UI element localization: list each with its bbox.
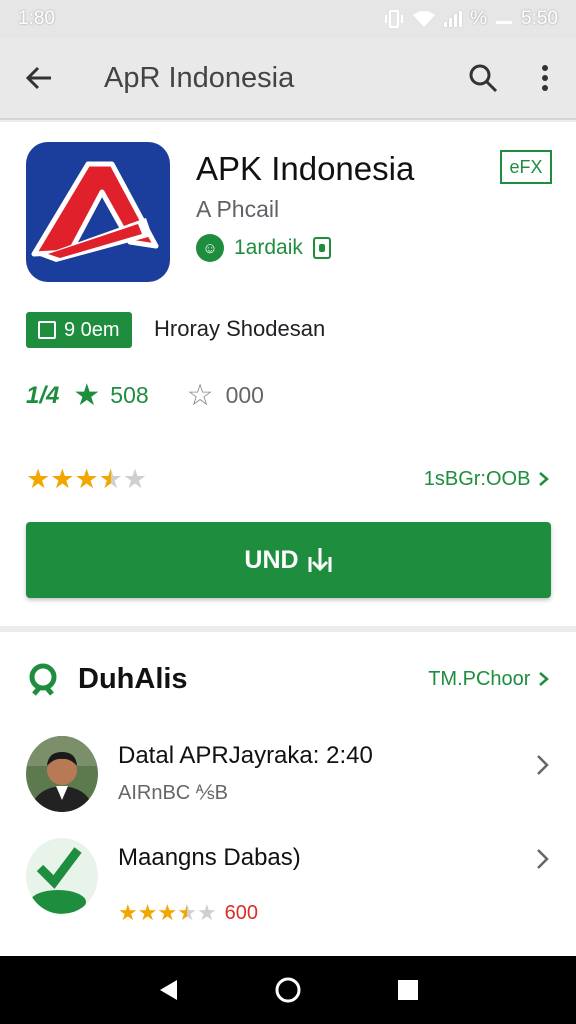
star-empty-icon: ★	[122, 464, 148, 494]
back-button[interactable]	[0, 37, 78, 119]
badge-label: 1ardaik	[234, 236, 303, 259]
chevron-right-icon	[539, 472, 549, 486]
item-rating: ★ ★ ★ ★ ★ 600	[118, 900, 258, 926]
app-bar: ApR Indonesia	[0, 38, 576, 120]
battery-icon	[496, 21, 513, 24]
star-icon: ★	[26, 464, 51, 494]
section-title: DuhAlis	[78, 662, 188, 695]
chip-label: 9 0em	[64, 318, 120, 341]
badge-icon: ☺	[196, 234, 224, 262]
list-item[interactable]: Datal APRJayraka: 2:40 AIRnBC ⅍B	[26, 736, 550, 816]
star-half-icon: ★	[98, 464, 123, 494]
wifi-icon	[413, 11, 436, 27]
section-header: DuhAlis TM.PChoor	[26, 662, 550, 696]
system-nav-bar	[0, 956, 576, 1024]
avatar	[26, 736, 98, 812]
vibrate-icon	[385, 10, 404, 28]
chevron-right-icon	[539, 671, 549, 686]
stat-reviews: 000	[225, 382, 264, 408]
checkmark-logo-icon	[26, 838, 98, 914]
app-logo-icon	[26, 142, 170, 282]
stat-rating: 508	[110, 382, 149, 408]
edit-icon	[38, 321, 56, 339]
star-icon: ★	[118, 900, 138, 925]
star-outline-icon: ☆	[186, 379, 214, 412]
content-rating-tag: eFX	[500, 150, 552, 184]
star-empty-icon: ★	[196, 900, 217, 925]
signal-icon	[444, 11, 463, 27]
star-icon: ★	[137, 900, 158, 925]
status-time-right: 5:50	[521, 8, 558, 29]
search-icon	[29, 663, 57, 696]
item-title: Datal APRJayraka: 2:40	[118, 742, 373, 769]
more-vert-icon	[542, 65, 548, 91]
stat-downloads: 1/4	[26, 381, 60, 409]
editors-badge: ☺ 1ardaik	[196, 234, 331, 262]
install-button[interactable]: UND	[26, 522, 551, 598]
chevron-right-icon	[537, 849, 549, 869]
info-chip[interactable]: 9 0em	[26, 312, 132, 348]
app-name: APK Indonesia	[196, 150, 415, 187]
chevron-right-icon	[537, 755, 549, 775]
stats-row: 1/4 ★ 508 ☆ 000	[26, 378, 264, 413]
nav-back-icon[interactable]	[157, 978, 179, 1002]
developer-name[interactable]: A Phcail	[196, 196, 279, 223]
search-icon	[469, 64, 498, 93]
install-label: UND	[244, 545, 299, 574]
app-details-card: APK Indonesia A Phcail ☺ 1ardaik eFX 9 0…	[0, 122, 576, 626]
app-bar-title: ApR Indonesia	[104, 61, 295, 94]
nav-recents-icon[interactable]	[397, 979, 419, 1001]
rating-stars: ★ ★ ★ ★ ★	[118, 900, 217, 926]
battery-percent: %	[470, 8, 488, 29]
status-time: 1:80	[18, 8, 55, 29]
star-half-icon: ★	[177, 900, 197, 925]
nav-home-icon[interactable]	[274, 976, 302, 1004]
star-icon: ★	[74, 464, 99, 494]
item-subtitle: AIRnBC ⅍B	[118, 782, 228, 804]
item-title: Maangns Dabas)	[118, 844, 301, 871]
section-see-more-link[interactable]: TM.PChoor	[428, 668, 550, 691]
chip-description: Hroray Shodesan	[154, 316, 326, 341]
status-icons: % 5:50	[384, 8, 558, 30]
star-icon: ★	[73, 379, 101, 412]
phone-icon	[312, 237, 331, 259]
arrow-back-icon	[25, 66, 51, 90]
rating-stars: ★ ★ ★ ★ ★	[26, 464, 147, 495]
download-icon	[308, 548, 332, 572]
status-bar: 1:80 % 5:50	[0, 0, 576, 38]
search-button[interactable]	[452, 37, 514, 119]
rating-row: ★ ★ ★ ★ ★ 1sBGr:OOB	[26, 464, 550, 495]
star-icon: ★	[157, 900, 178, 925]
rating-link[interactable]: 1sBGr:OOB	[424, 468, 550, 491]
list-item[interactable]: Maangns Dabas) ★ ★ ★ ★ ★ 600	[26, 838, 550, 928]
details-section-card: DuhAlis TM.PChoor Datal APRJayraka: 2:40…	[0, 632, 576, 956]
star-icon: ★	[50, 464, 75, 494]
rating-count: 600	[224, 901, 259, 924]
more-options-button[interactable]	[514, 37, 576, 119]
